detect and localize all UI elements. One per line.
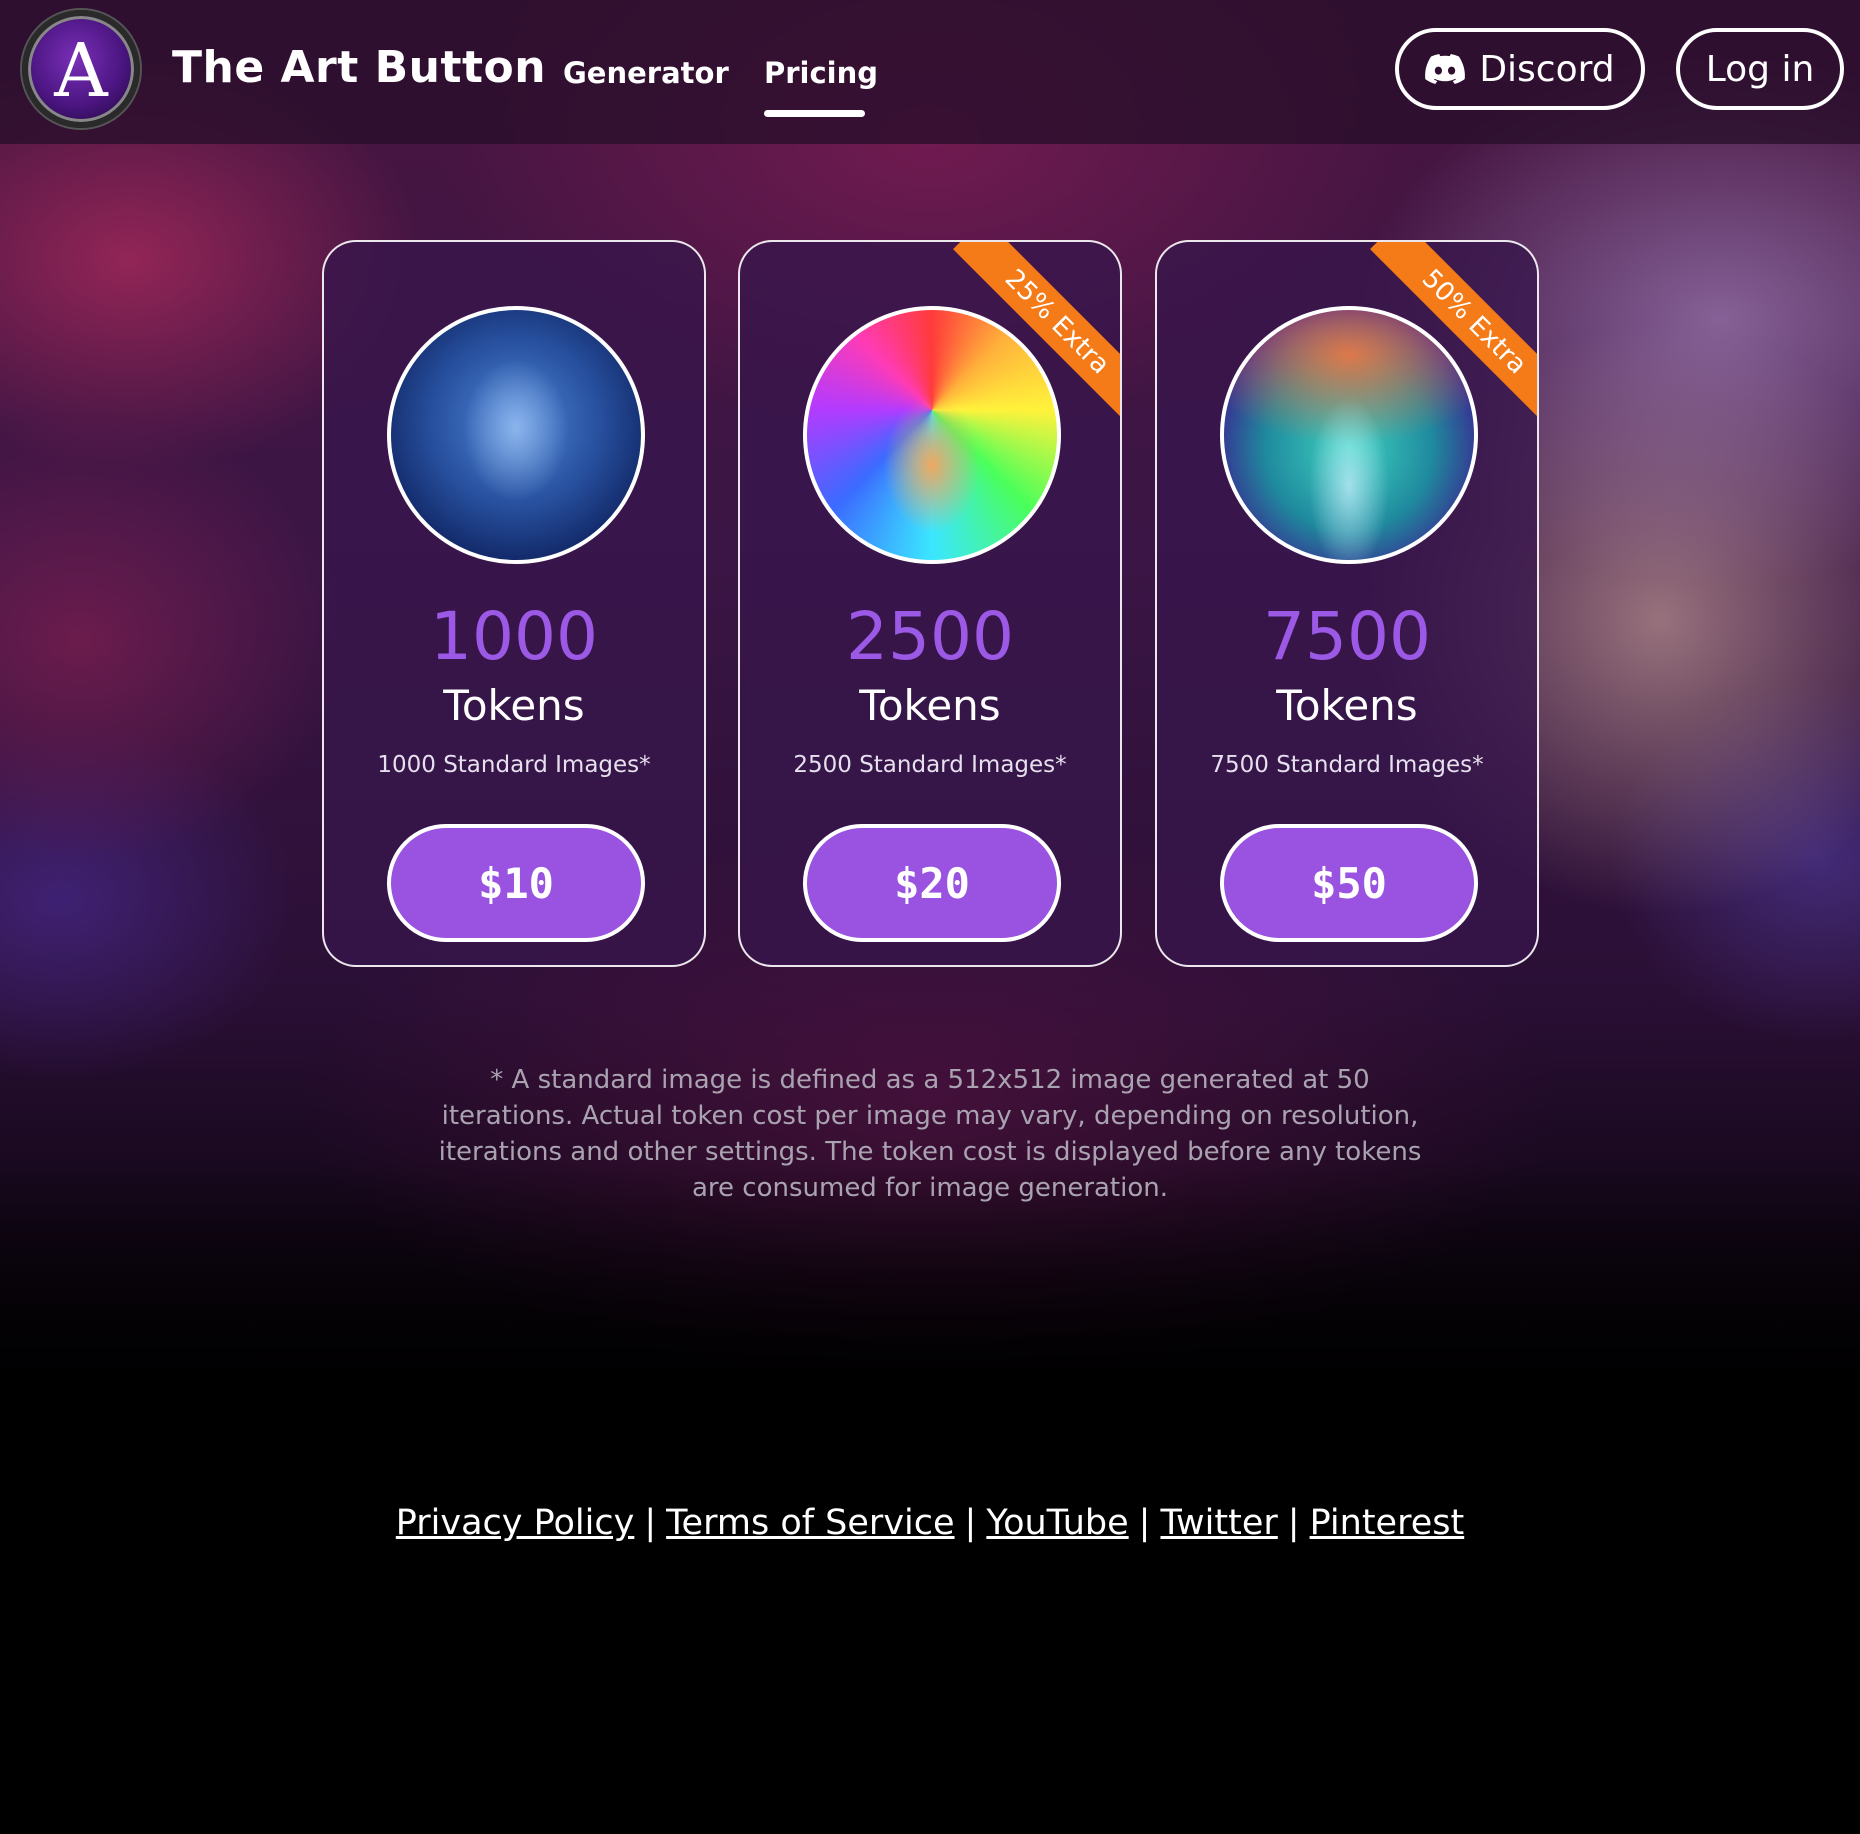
buy-50-button[interactable]: $50 <box>1220 824 1478 942</box>
login-button[interactable]: Log in <box>1676 28 1844 110</box>
footer-separator: | <box>1138 1503 1151 1543</box>
standard-image-footnote: * A standard image is defined as a 512x5… <box>438 1065 1422 1203</box>
pricing-card-7500: 50% Extra 7500 Tokens 7500 Standard Imag… <box>1155 240 1539 967</box>
twitter-link[interactable]: Twitter <box>1160 1503 1277 1543</box>
token-unit: Tokens <box>1276 681 1418 730</box>
logo[interactable]: A <box>22 10 140 128</box>
token-description: 2500 Standard Images* <box>793 752 1067 778</box>
top-navbar: A The Art Button Generator Pricing Disco… <box>0 0 1860 144</box>
footer-separator: | <box>644 1503 657 1543</box>
token-unit: Tokens <box>859 681 1001 730</box>
token-description: 1000 Standard Images* <box>377 752 651 778</box>
nav-active-indicator <box>764 110 865 117</box>
cosmic-mind-portrait-image <box>1220 306 1478 564</box>
buy-20-button[interactable]: $20 <box>803 824 1061 942</box>
token-amount: 2500 <box>846 598 1014 675</box>
discord-button[interactable]: Discord <box>1395 28 1645 110</box>
privacy-policy-link[interactable]: Privacy Policy <box>396 1503 635 1543</box>
logo-letter: A <box>54 28 108 114</box>
brand-name[interactable]: The Art Button <box>172 42 546 93</box>
footer-links: Privacy Policy | Terms of Service | YouTube |… <box>0 1503 1860 1543</box>
token-amount: 7500 <box>1263 598 1431 675</box>
token-description: 7500 Standard Images* <box>1210 752 1484 778</box>
pricing-card-2500: 25% Extra 2500 Tokens 2500 Standard Imag… <box>738 240 1122 967</box>
footer-separator: | <box>1287 1503 1300 1543</box>
buy-10-button[interactable]: $10 <box>387 824 645 942</box>
token-unit: Tokens <box>443 681 585 730</box>
pinterest-link[interactable]: Pinterest <box>1310 1503 1465 1543</box>
discord-label: Discord <box>1479 48 1615 90</box>
footer-separator: | <box>964 1503 977 1543</box>
nav-generator[interactable]: Generator <box>563 56 729 90</box>
nav-pricing[interactable]: Pricing <box>764 56 878 90</box>
terms-of-service-link[interactable]: Terms of Service <box>666 1503 954 1543</box>
discord-icon <box>1425 54 1466 84</box>
youtube-link[interactable]: YouTube <box>986 1503 1128 1543</box>
token-amount: 1000 <box>430 598 598 675</box>
pricing-card-1000: 1000 Tokens 1000 Standard Images* $10 <box>322 240 706 967</box>
glass-face-portrait-image <box>387 306 645 564</box>
rainbow-face-portrait-image <box>803 306 1061 564</box>
